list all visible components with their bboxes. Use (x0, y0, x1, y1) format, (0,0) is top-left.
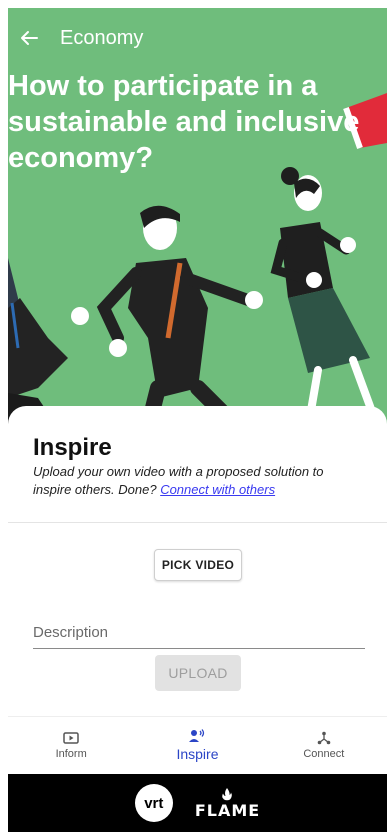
nav-item-inspire[interactable]: Inspire (134, 717, 260, 773)
video-play-icon (63, 731, 79, 744)
section-description: Upload your own video with a proposed so… (33, 463, 353, 499)
pick-video-button[interactable]: PICK VIDEO (154, 549, 242, 581)
nav-label-inspire: Inspire (176, 745, 219, 762)
hero-headline: How to participate in a sustainable and … (8, 70, 360, 174)
nav-item-connect[interactable]: Connect (261, 717, 387, 773)
vrt-logo: vrt (134, 784, 173, 822)
description-placeholder: Description (33, 624, 109, 641)
app-bar: Economy (8, 22, 143, 54)
flame-icon (222, 787, 233, 800)
footer-bar: vrt FLAME (8, 774, 387, 832)
back-button[interactable] (8, 22, 48, 54)
page-title: Economy (60, 26, 144, 49)
flame-logo: FLAME (195, 787, 260, 820)
speaker-person-icon (189, 728, 205, 742)
upload-button[interactable]: UPLOAD (155, 655, 241, 691)
connect-with-others-link[interactable]: Connect with others (160, 482, 275, 497)
divider (8, 522, 387, 523)
network-icon (317, 731, 331, 744)
nav-item-inform[interactable]: Inform (8, 717, 134, 773)
nav-label-connect: Connect (303, 747, 345, 760)
description-input[interactable]: Description (33, 620, 365, 649)
bottom-navigation: Inform Inspire Connect (8, 716, 387, 773)
section-title: Inspire (33, 434, 112, 461)
arrow-left-icon (21, 31, 38, 45)
flame-wordmark: FLAME (194, 800, 261, 820)
nav-label-inform: Inform (55, 747, 87, 760)
